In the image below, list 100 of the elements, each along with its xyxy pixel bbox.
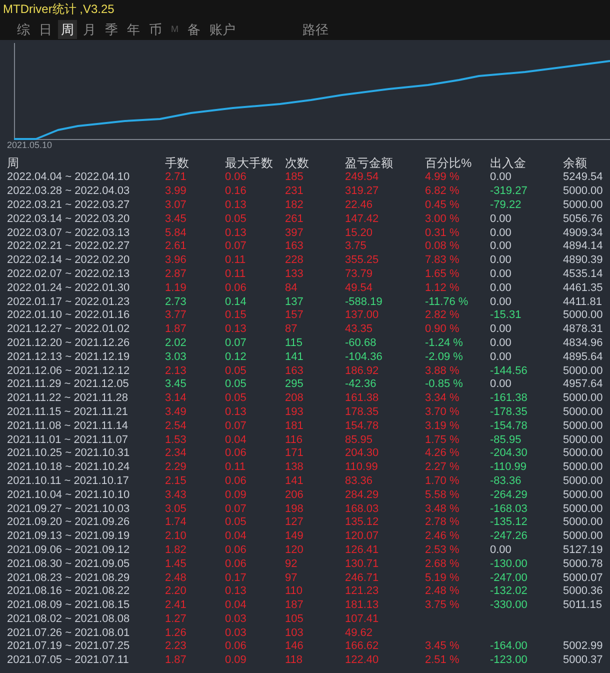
table-cell: 2021.10.25 ~ 2021.10.31	[7, 447, 130, 460]
table-cell: 0.00	[490, 254, 512, 268]
table-cell: 261	[285, 212, 304, 226]
table-cell: 2021.11.29 ~ 2021.12.05	[7, 378, 129, 392]
table-cell: 2021.10.11 ~ 2021.10.17	[7, 474, 129, 488]
table-cell: 0.07	[225, 420, 246, 433]
table-cell: -60.68	[345, 336, 376, 350]
table-cell: 2021.09.06 ~ 2021.09.12	[7, 544, 130, 557]
table-cell: 0.13	[225, 585, 246, 598]
table-cell: 5000.00	[563, 474, 603, 488]
tab[interactable]: 综	[14, 20, 33, 39]
table-cell: 2021.08.02 ~ 2021.08.08	[7, 612, 130, 626]
table-cell: 0.08 %	[425, 240, 460, 254]
tab[interactable]: 周	[58, 20, 77, 39]
column-header: 次数	[285, 156, 309, 170]
table-cell: 0.03	[225, 612, 246, 626]
table-cell: 2.82 %	[425, 309, 460, 322]
table-cell: -247.00	[490, 572, 528, 584]
table-cell: 0.13	[225, 406, 246, 419]
table-cell: 133	[285, 268, 304, 281]
table-cell: 2021.11.08 ~ 2021.11.14	[7, 420, 128, 433]
table-cell: 3.03	[165, 350, 186, 364]
table-cell: 2022.02.07 ~ 2022.02.13	[7, 268, 130, 281]
table-cell: 5249.54	[563, 171, 603, 184]
column-header: 出入金	[490, 156, 526, 170]
table-cell: 0.00	[490, 268, 512, 281]
table-cell: 5000.00	[563, 406, 603, 419]
table-cell: 0.06	[225, 282, 246, 295]
table-cell: 157	[285, 309, 304, 322]
table-cell: 163	[285, 364, 304, 378]
table-cell: 4.26 %	[425, 447, 460, 460]
table-cell: 4878.31	[563, 323, 603, 336]
table-cell: -110.99	[490, 461, 526, 474]
table-cell: 5000.00	[563, 198, 603, 212]
table-cell: 85.95	[345, 434, 373, 447]
table-cell: 121.23	[345, 585, 379, 598]
tab[interactable]: 日	[36, 20, 55, 39]
table-cell: 2.51 %	[425, 654, 460, 668]
table-cell: 0.07	[225, 336, 246, 350]
table-cell: 0.45 %	[425, 198, 460, 212]
tab[interactable]: 季	[102, 20, 121, 39]
table-cell: 0.11	[225, 461, 246, 474]
table-cell: 2022.03.28 ~ 2022.04.03	[7, 185, 130, 198]
table-cell: 2021.08.16 ~ 2021.08.22	[7, 585, 130, 598]
table-cell: 137.00	[345, 309, 379, 322]
table-cell: -247.26	[490, 530, 528, 544]
tab[interactable]: 备	[184, 20, 204, 39]
table-cell: 1.45	[165, 558, 186, 571]
table-cell: 228	[285, 254, 304, 268]
tab[interactable]: 账户	[206, 20, 238, 39]
column-header: 百分比%	[425, 156, 472, 170]
table-cell: 2.20	[165, 585, 186, 598]
table-cell: 4834.96	[563, 336, 603, 350]
table-cell: 2021.12.06 ~ 2021.12.12	[7, 364, 130, 378]
table-cell: 5000.00	[563, 447, 603, 460]
table-cell: 3.88 %	[425, 364, 460, 378]
table-cell: 0.00	[490, 323, 512, 336]
table-cell: 0.00	[490, 378, 512, 392]
table-cell: 5000.07	[563, 572, 603, 584]
table-cell: 5000.00	[563, 530, 603, 544]
table-cell: 0.05	[225, 516, 246, 530]
table-cell: 186.92	[345, 364, 379, 378]
table-cell: 107.41	[345, 612, 379, 626]
table-cell: 110.99	[345, 461, 378, 474]
column-header: 余额	[563, 156, 587, 170]
table-cell: 3.75 %	[425, 599, 460, 612]
table-cell: -135.12	[490, 516, 528, 530]
table-cell: -161.38	[490, 392, 528, 406]
table-cell: 97	[285, 572, 298, 584]
table-cell: 2021.11.22 ~ 2021.11.28	[7, 392, 128, 406]
table-cell: 0.14	[225, 296, 246, 309]
table-cell: 2.68 %	[425, 558, 460, 571]
table-cell: 2.13	[165, 364, 186, 378]
table-cell: 5127.19	[563, 544, 603, 557]
table-cell: 2021.11.15 ~ 2021.11.21	[7, 406, 128, 419]
tab[interactable]: 月	[80, 20, 99, 39]
tab[interactable]: 年	[124, 20, 143, 39]
table-cell: 3.96	[165, 254, 186, 268]
table-cell: 5000.00	[563, 420, 603, 433]
table-cell: 1.26	[165, 626, 186, 640]
table-cell: 0.00	[490, 282, 512, 295]
table-cell: -144.56	[490, 364, 528, 378]
table-cell: 122.40	[345, 654, 379, 668]
table-cell: 0.04	[225, 530, 246, 544]
table-cell: 0.12	[225, 350, 246, 364]
table-cell: 0.06	[225, 544, 246, 557]
table-cell: 198	[285, 502, 304, 516]
tab[interactable]: 币	[146, 20, 165, 39]
table-cell: -330.00	[490, 599, 528, 612]
table-cell: 0.13	[225, 198, 246, 212]
table-cell: 0.13	[225, 323, 246, 336]
table-cell: 127	[285, 516, 304, 530]
table-cell: 166.62	[345, 640, 379, 654]
table-cell: 0.06	[225, 171, 246, 184]
table-cell: 0.16	[225, 185, 246, 198]
tab[interactable]: 路径	[300, 20, 332, 39]
table-cell: 1.87	[165, 654, 186, 668]
table-cell: 171	[285, 447, 304, 460]
table-cell: 5000.78	[563, 558, 603, 571]
table-cell: 2022.03.14 ~ 2022.03.20	[7, 212, 130, 226]
